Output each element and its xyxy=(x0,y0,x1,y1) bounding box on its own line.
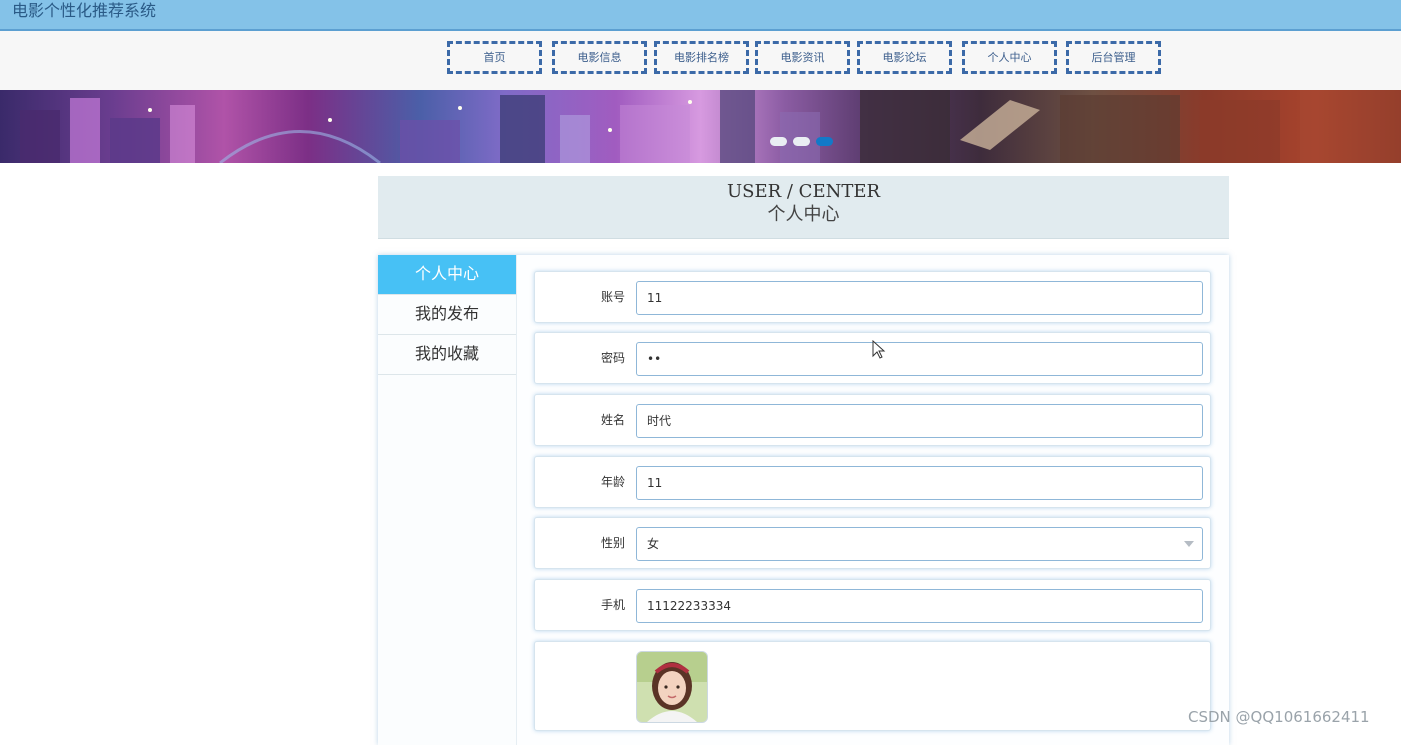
account-input[interactable]: 11 xyxy=(636,281,1203,315)
section-title-en: USER / CENTER xyxy=(726,181,881,202)
side-item-my-posts[interactable]: 我的发布 xyxy=(378,295,516,335)
side-item-user-center[interactable]: 个人中心 xyxy=(378,255,516,295)
side-item-my-favorites[interactable]: 我的收藏 xyxy=(378,335,516,375)
phone-label: 手机 xyxy=(600,598,625,612)
form-row-age: 年龄 11 xyxy=(534,456,1211,508)
top-title-bar: 电影个性化推荐系统 xyxy=(0,0,1401,31)
age-input[interactable]: 11 xyxy=(636,466,1203,500)
banner-image xyxy=(20,90,1401,163)
site-title: 电影个性化推荐系统 xyxy=(12,1,157,20)
name-input[interactable]: 时代 xyxy=(636,404,1203,438)
form-row-gender: 性别 女 xyxy=(534,517,1211,569)
password-input[interactable]: •• xyxy=(636,342,1203,376)
age-label: 年龄 xyxy=(600,475,625,489)
nav-item-movie-info[interactable]: 电影信息 xyxy=(552,41,647,74)
nav-item-admin[interactable]: 后台管理 xyxy=(1066,41,1161,74)
gender-selected-value: 女 xyxy=(647,537,660,551)
section-title-zh: 个人中心 xyxy=(767,204,840,225)
watermark: CSDN @QQ1061662411 xyxy=(1188,708,1370,726)
main-navigation: 首页 电影信息 电影排名榜 电影资讯 电影论坛 个人中心 后台管理 xyxy=(0,31,1401,90)
name-label: 姓名 xyxy=(600,413,625,427)
nav-item-movie-forum[interactable]: 电影论坛 xyxy=(857,41,952,74)
side-menu: 个人中心 我的发布 我的收藏 xyxy=(378,255,517,745)
nav-item-movie-ranking[interactable]: 电影排名榜 xyxy=(654,41,749,74)
chevron-down-icon xyxy=(1184,541,1194,547)
mouse-cursor-icon xyxy=(872,340,886,359)
form-row-account: 账号 11 xyxy=(534,271,1211,323)
password-label: 密码 xyxy=(600,351,625,365)
phone-input[interactable]: 11122233334 xyxy=(636,589,1203,623)
avatar-image xyxy=(637,652,707,722)
avatar[interactable] xyxy=(636,651,708,723)
gender-select[interactable]: 女 xyxy=(636,527,1203,561)
carousel-dot-3[interactable] xyxy=(816,137,833,146)
gender-label: 性别 xyxy=(600,536,625,550)
form-row-name: 姓名 时代 xyxy=(534,394,1211,446)
account-label: 账号 xyxy=(600,290,625,304)
form-row-avatar xyxy=(534,641,1211,731)
form-row-phone: 手机 11122233334 xyxy=(534,579,1211,631)
nav-item-home[interactable]: 首页 xyxy=(447,41,542,74)
nav-item-user-center[interactable]: 个人中心 xyxy=(962,41,1057,74)
banner-carousel[interactable] xyxy=(0,90,1401,163)
user-center-panel: 个人中心 我的发布 我的收藏 账号 11 密码 •• 姓名 时代 年龄 11 性… xyxy=(378,255,1229,745)
section-header: USER / CENTER 个人中心 xyxy=(378,176,1229,239)
carousel-dot-2[interactable] xyxy=(793,137,810,146)
carousel-dot-1[interactable] xyxy=(770,137,787,146)
nav-item-movie-news[interactable]: 电影资讯 xyxy=(755,41,850,74)
